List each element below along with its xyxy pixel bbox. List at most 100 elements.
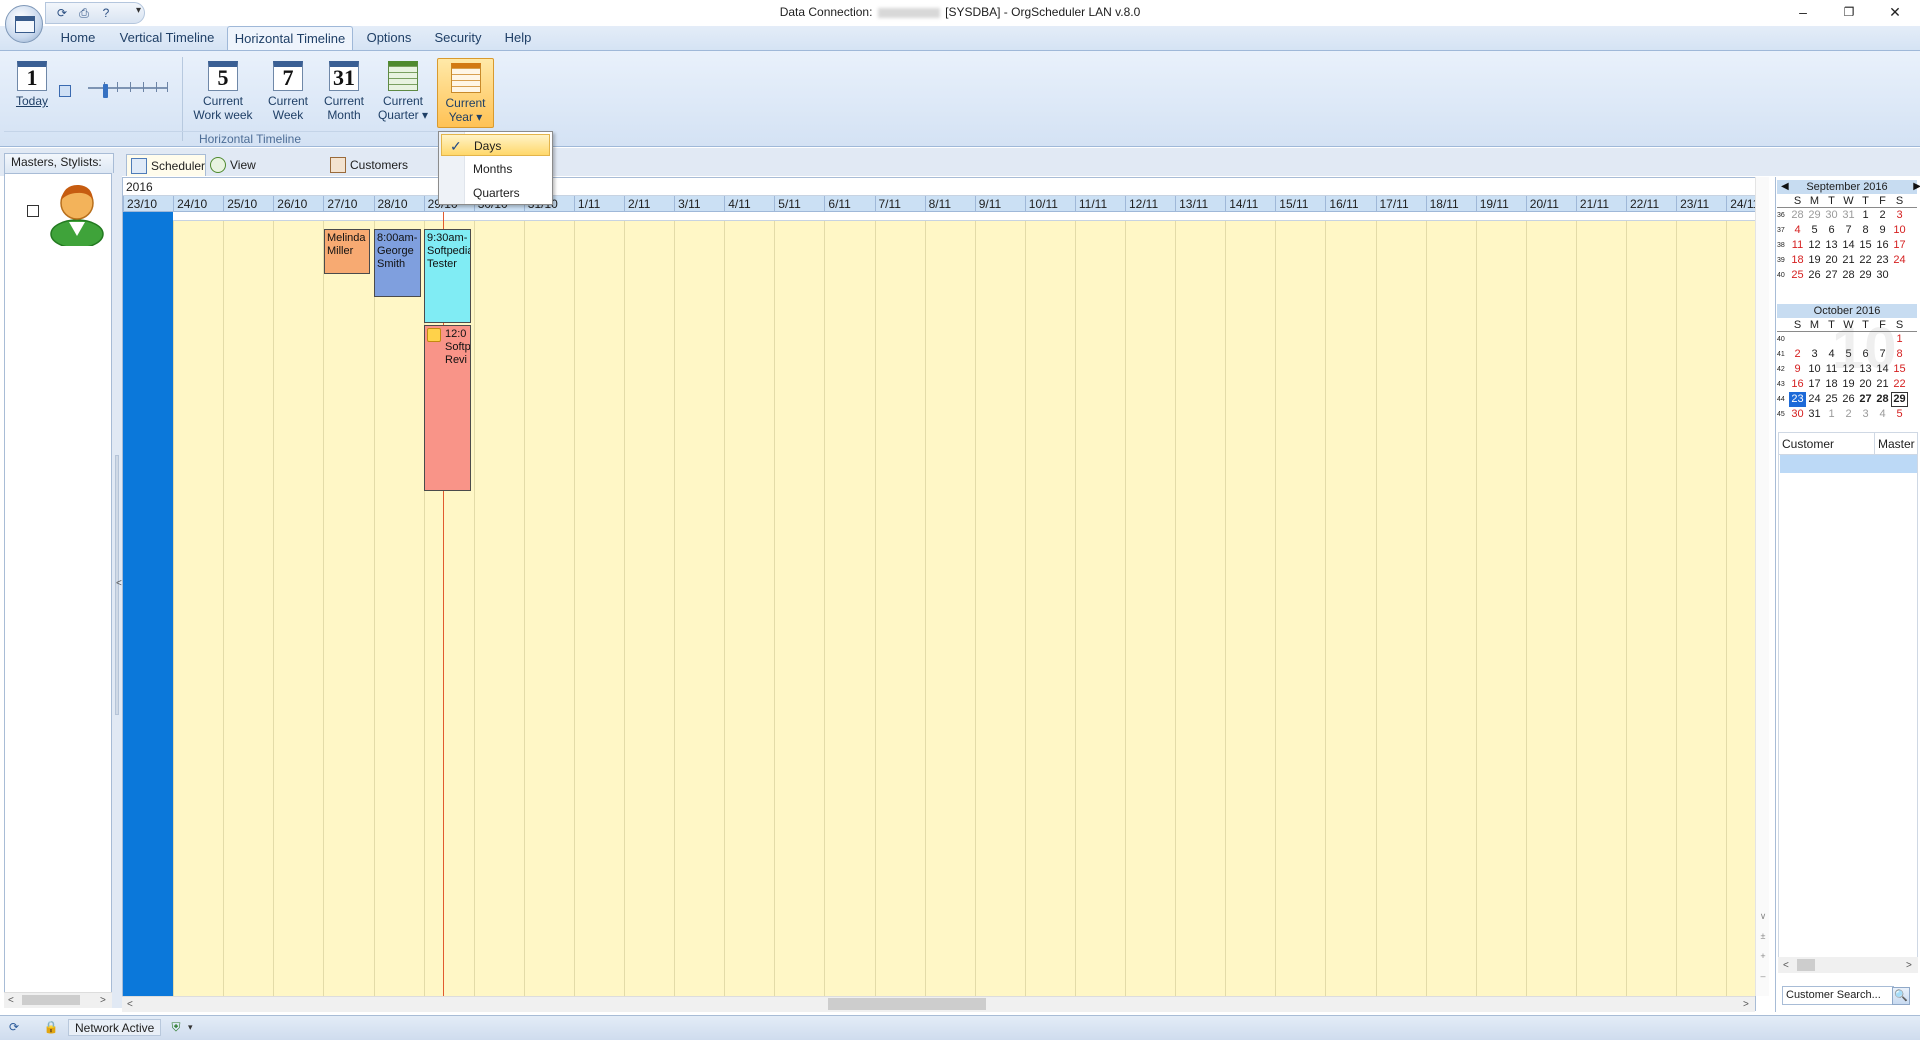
calendar-day[interactable]: 10	[1806, 362, 1823, 377]
date-column-header[interactable]: 28/10	[373, 196, 424, 212]
scheduler-vscrollbar[interactable]	[1755, 177, 1769, 996]
zoom-slider-thumb[interactable]	[103, 84, 109, 98]
date-column-header[interactable]: 8/11	[924, 196, 975, 212]
reservation-softpedia-tester[interactable]: 9:30am- Softpedia Tester	[424, 229, 471, 323]
application-menu-button[interactable]	[5, 5, 43, 43]
date-column-header[interactable]: 10/11	[1024, 196, 1075, 212]
horizontal-timeline-scheduler[interactable]: 2016 23/1024/1025/1026/1027/1028/1029/10…	[122, 177, 1756, 1011]
collapse-panel-button[interactable]: <	[116, 578, 122, 589]
date-column-header[interactable]: 16/11	[1325, 196, 1375, 212]
menu-item-quarters[interactable]: Quarters	[441, 182, 550, 204]
date-column-header[interactable]: 13/11	[1175, 196, 1225, 212]
calendar-day[interactable]: 27	[1857, 392, 1874, 407]
customer-scroll-left[interactable]: <	[1783, 960, 1789, 971]
shield-icon[interactable]: ⛨	[168, 1019, 184, 1035]
tab-view-reservations[interactable]: View Reservations	[206, 154, 324, 194]
calendar-day[interactable]: 5	[1806, 223, 1823, 238]
tab-scheduler[interactable]: Scheduler	[126, 154, 206, 176]
calendar-day[interactable]: 23	[1789, 392, 1806, 407]
date-column-header[interactable]: 19/11	[1475, 196, 1526, 212]
calendar-day[interactable]: 31	[1806, 407, 1823, 422]
previous-month-button[interactable]: ◀	[1781, 180, 1789, 194]
table-row[interactable]	[1780, 455, 1917, 473]
menu-item-days[interactable]: ✓ Days	[441, 134, 550, 156]
calendar-day[interactable]: 1	[1823, 407, 1840, 422]
shield-dropdown-arrow[interactable]: ▾	[188, 1022, 193, 1033]
calendar-day[interactable]: 31	[1840, 208, 1857, 223]
calendar-day[interactable]: 25	[1823, 392, 1840, 407]
next-month-button[interactable]: ▶	[1913, 180, 1920, 194]
date-column-header[interactable]: 2/11	[624, 196, 674, 212]
today-button[interactable]: 1 Today	[4, 61, 60, 129]
date-column-header[interactable]: 20/11	[1525, 196, 1576, 212]
calendar-day[interactable]: 22	[1857, 253, 1874, 268]
tab-options[interactable]: Options	[360, 26, 418, 50]
tab-help[interactable]: Help	[498, 26, 538, 50]
calendar-day[interactable]: 13	[1823, 238, 1840, 253]
calendar-day[interactable]: 16	[1874, 238, 1891, 253]
reservation-melinda-miller[interactable]: Melinda Miller	[324, 229, 370, 274]
date-column-header[interactable]: 3/11	[674, 196, 724, 212]
calendar-day[interactable]: 14	[1840, 238, 1857, 253]
calendar-day[interactable]: 15	[1857, 238, 1874, 253]
date-column-header[interactable]: 23/11	[1676, 196, 1726, 212]
date-column-header[interactable]: 15/11	[1275, 196, 1325, 212]
mini-calendar-september[interactable]: ◀ September 2016 ▶ SMTWTFS 36 28 29 30 31 1 2 3…	[1777, 180, 1920, 283]
masters-hscroll-thumb[interactable]	[22, 995, 80, 1005]
calendar-day[interactable]: 5	[1891, 407, 1908, 422]
calendar-day[interactable]: 24	[1806, 392, 1823, 407]
reservation-softpedia-review[interactable]: 12:0 Softp Revi	[424, 325, 471, 491]
calendar-day[interactable]: 2	[1874, 208, 1891, 223]
date-column-header[interactable]: 6/11	[824, 196, 874, 212]
date-column-header[interactable]: 26/10	[273, 196, 323, 212]
calendar-day[interactable]: 11	[1789, 238, 1806, 253]
calendar-day[interactable]: 2	[1789, 347, 1806, 362]
date-column-header[interactable]: 14/11	[1225, 196, 1275, 212]
calendar-day[interactable]: 6	[1823, 223, 1840, 238]
menu-item-months[interactable]: Months	[441, 158, 550, 180]
calendar-day[interactable]: 4	[1789, 223, 1806, 238]
calendar-day[interactable]: 21	[1840, 253, 1857, 268]
calendar-day[interactable]: 17	[1891, 238, 1908, 253]
calendar-day[interactable]: 18	[1789, 253, 1806, 268]
calendar-day[interactable]: 10	[1891, 223, 1908, 238]
calendar-day[interactable]: 3	[1857, 407, 1874, 422]
vscroll-zoom-controls[interactable]: ∨ ± + –	[1758, 906, 1768, 986]
calendar-day[interactable]: 2	[1840, 407, 1857, 422]
calendar-day[interactable]: 29	[1891, 392, 1908, 407]
date-column-header[interactable]: 9/11	[974, 196, 1025, 212]
calendar-day[interactable]: 26	[1840, 392, 1857, 407]
calendar-day[interactable]: 4	[1874, 407, 1891, 422]
current-quarter-button[interactable]: Current Quarter ▾	[374, 61, 432, 129]
calendar-day[interactable]: 30	[1823, 208, 1840, 223]
scheduler-hscroll-thumb[interactable]	[828, 998, 986, 1010]
calendar-day[interactable]: 1	[1857, 208, 1874, 223]
calendar-day[interactable]: 29	[1806, 208, 1823, 223]
masters-scroll-left[interactable]: <	[8, 995, 14, 1006]
customer-scroll-right[interactable]: >	[1906, 960, 1912, 971]
calendar-day[interactable]: 9	[1789, 362, 1806, 377]
customer-search-input[interactable]: Customer Search...	[1782, 986, 1894, 1005]
today-column[interactable]	[123, 212, 173, 1010]
calendar-day[interactable]: 23	[1874, 253, 1891, 268]
calendar-day[interactable]: 30	[1874, 268, 1891, 283]
date-column-header[interactable]: 23/10	[123, 196, 173, 212]
date-column-header[interactable]: 22/11	[1626, 196, 1676, 212]
date-column-header[interactable]: 21/11	[1575, 196, 1626, 212]
calendar-day[interactable]: 25	[1789, 268, 1806, 283]
masters-scroll-right[interactable]: >	[100, 995, 106, 1006]
refresh-status-icon[interactable]: ⟳	[6, 1019, 22, 1035]
master-checkbox[interactable]	[27, 205, 39, 217]
tab-horizontal-timeline[interactable]: Horizontal Timeline	[227, 26, 353, 50]
calendar-day[interactable]: 3	[1891, 208, 1908, 223]
current-month-button[interactable]: 31 Current Month	[316, 61, 372, 129]
calendar-day[interactable]: 30	[1789, 407, 1806, 422]
date-column-header[interactable]: 17/11	[1375, 196, 1426, 212]
calendar-day[interactable]: 24	[1891, 253, 1908, 268]
date-column-header[interactable]: 12/11	[1125, 196, 1175, 212]
reservation-george-smith[interactable]: 8:00am- George Smith	[374, 229, 421, 297]
restore-button[interactable]: ❐	[1826, 0, 1872, 24]
date-column-header[interactable]: 4/11	[724, 196, 774, 212]
lock-icon[interactable]: 🔒	[43, 1019, 59, 1035]
date-column-header[interactable]: 24/11	[1726, 196, 1755, 212]
